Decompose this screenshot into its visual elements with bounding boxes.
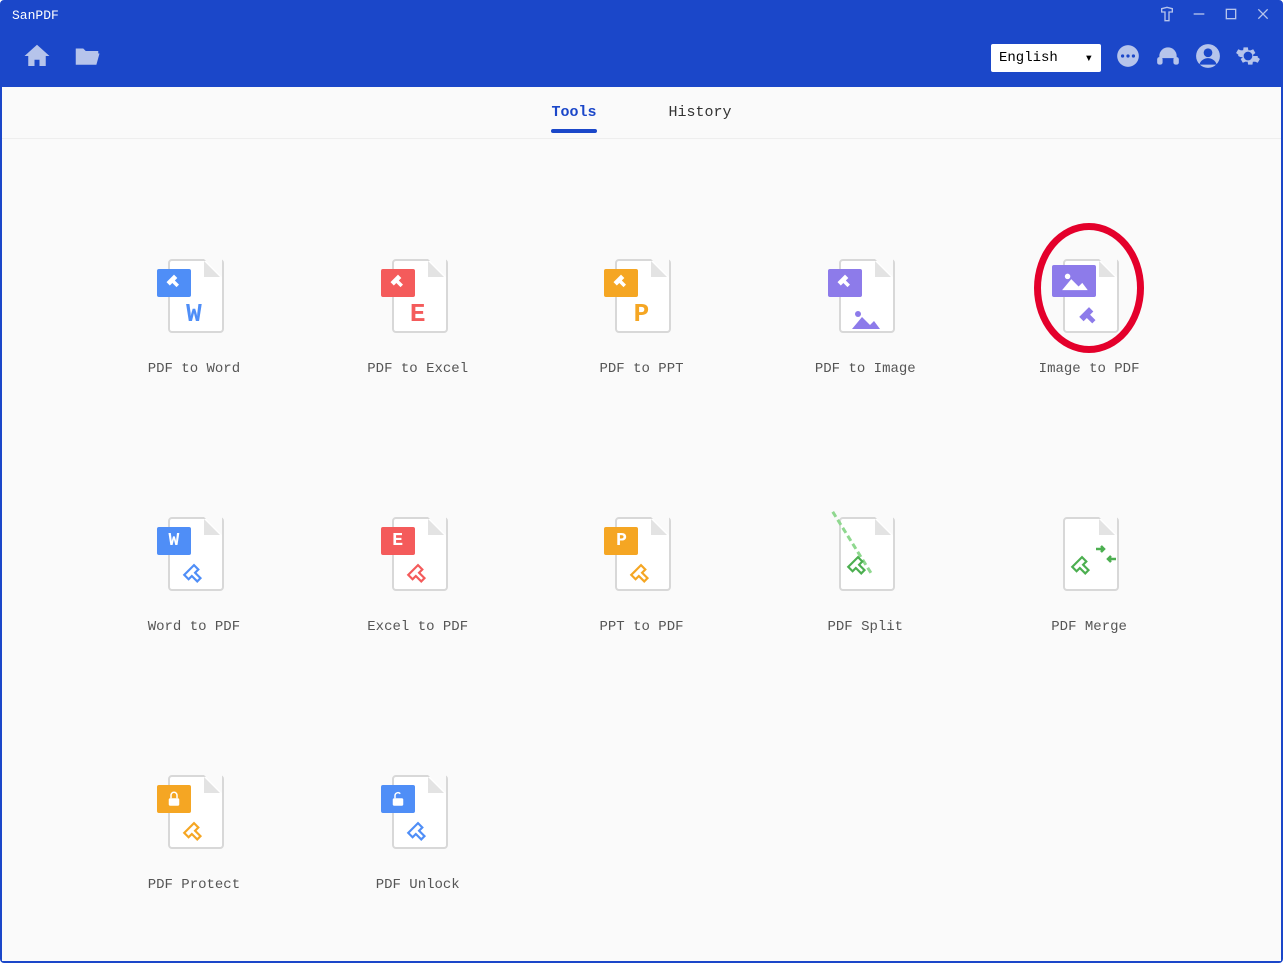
pdf-to-excel-icon: E xyxy=(381,259,455,343)
word-to-pdf-icon: W xyxy=(157,517,231,601)
tool-pdf-to-image[interactable]: PDF to Image xyxy=(763,259,967,377)
language-select[interactable]: English ▾ xyxy=(991,44,1101,72)
pdf-merge-icon xyxy=(1052,517,1126,601)
app-title: SanPDF xyxy=(12,8,59,23)
open-folder-icon[interactable] xyxy=(72,41,102,76)
tool-ppt-to-pdf[interactable]: P PPT to PDF xyxy=(540,517,744,635)
chevron-down-icon: ▾ xyxy=(1085,50,1093,67)
tool-label: PPT to PDF xyxy=(599,619,683,635)
toolbar: English ▾ xyxy=(2,29,1281,87)
tool-pdf-protect[interactable]: PDF Protect xyxy=(92,775,296,893)
app-window: SanPDF English ▾ Tools History xyxy=(0,0,1283,963)
tool-image-to-pdf[interactable]: Image to PDF xyxy=(987,259,1191,377)
pdf-to-image-icon xyxy=(828,259,902,343)
theme-icon[interactable] xyxy=(1159,6,1175,26)
tool-label: Excel to PDF xyxy=(367,619,468,635)
tool-excel-to-pdf[interactable]: E Excel to PDF xyxy=(316,517,520,635)
titlebar: SanPDF xyxy=(2,2,1281,29)
tool-pdf-unlock[interactable]: PDF Unlock xyxy=(316,775,520,893)
tool-label: Image to PDF xyxy=(1039,361,1140,377)
settings-icon[interactable] xyxy=(1235,43,1261,74)
tool-label: PDF Merge xyxy=(1051,619,1127,635)
maximize-icon[interactable] xyxy=(1223,6,1239,26)
tool-pdf-to-ppt[interactable]: P PDF to PPT xyxy=(540,259,744,377)
tool-label: PDF Split xyxy=(827,619,903,635)
tools-grid: W PDF to Word E PDF to Excel P PDF to xyxy=(92,259,1191,893)
tab-bar: Tools History xyxy=(2,87,1281,139)
excel-to-pdf-icon: E xyxy=(381,517,455,601)
tool-label: PDF Unlock xyxy=(376,877,460,893)
tool-label: PDF to Excel xyxy=(367,361,468,377)
tool-label: PDF to Word xyxy=(148,361,240,377)
image-to-pdf-icon xyxy=(1052,259,1126,343)
tool-label: PDF to PPT xyxy=(599,361,683,377)
tool-pdf-to-word[interactable]: W PDF to Word xyxy=(92,259,296,377)
home-icon[interactable] xyxy=(22,41,52,76)
tool-label: PDF Protect xyxy=(148,877,240,893)
minimize-icon[interactable] xyxy=(1191,6,1207,26)
support-icon[interactable] xyxy=(1155,43,1181,74)
tab-tools-label: Tools xyxy=(551,104,596,121)
tool-pdf-merge[interactable]: PDF Merge xyxy=(987,517,1191,635)
tab-tools[interactable]: Tools xyxy=(545,90,602,135)
close-icon[interactable] xyxy=(1255,6,1271,26)
tab-history[interactable]: History xyxy=(663,90,738,135)
pdf-to-word-icon: W xyxy=(157,259,231,343)
account-icon[interactable] xyxy=(1195,43,1221,74)
pdf-protect-icon xyxy=(157,775,231,859)
tab-history-label: History xyxy=(669,104,732,121)
pdf-unlock-icon xyxy=(381,775,455,859)
pdf-split-icon xyxy=(828,517,902,601)
tool-word-to-pdf[interactable]: W Word to PDF xyxy=(92,517,296,635)
tool-label: Word to PDF xyxy=(148,619,240,635)
language-label: English xyxy=(999,50,1058,66)
tool-label: PDF to Image xyxy=(815,361,916,377)
pdf-to-ppt-icon: P xyxy=(604,259,678,343)
ppt-to-pdf-icon: P xyxy=(604,517,678,601)
feedback-icon[interactable] xyxy=(1115,43,1141,74)
content-area: W PDF to Word E PDF to Excel P PDF to xyxy=(2,139,1281,961)
tool-pdf-split[interactable]: PDF Split xyxy=(763,517,967,635)
tool-pdf-to-excel[interactable]: E PDF to Excel xyxy=(316,259,520,377)
